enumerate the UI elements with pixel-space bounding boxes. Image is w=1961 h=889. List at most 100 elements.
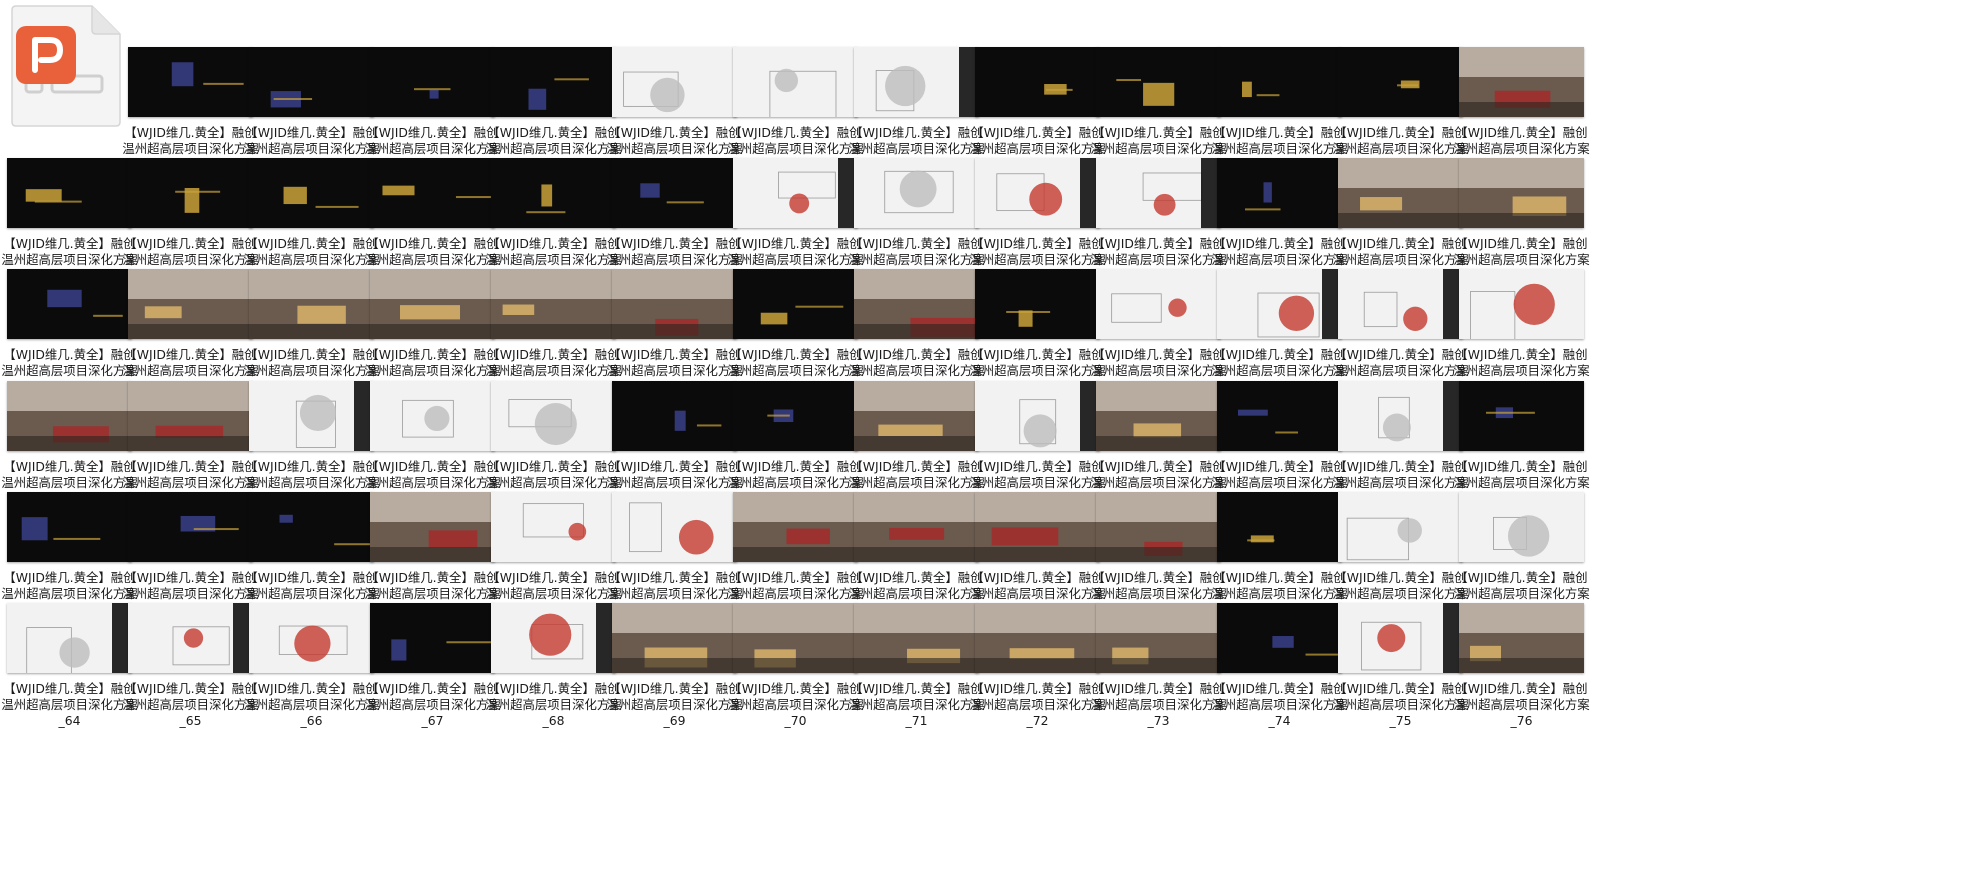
- slide-thumbnail-image: [370, 603, 495, 673]
- slide-thumbnail-image: [612, 381, 737, 451]
- slide-thumbnail-image: [1459, 603, 1584, 673]
- slide-thumbnail-image: [1217, 269, 1342, 339]
- slide-thumbnail: [975, 158, 1100, 228]
- slide-thumbnail: [128, 381, 253, 451]
- slide-thumbnail: [491, 269, 616, 339]
- slide-thumbnail-image: [370, 158, 495, 228]
- slide-thumbnail-image: [491, 492, 616, 562]
- slide-thumbnail-image: [491, 47, 616, 117]
- file-name-line2: 温州超高层项目深化方案: [1453, 475, 1590, 490]
- slide-thumbnail: [1459, 381, 1584, 451]
- slide-thumbnail: [975, 492, 1100, 562]
- slide-thumbnail-image: [370, 492, 495, 562]
- file-name-line2: 温州超高层项目深化方案: [1453, 586, 1590, 601]
- slide-thumbnail-image: [612, 603, 737, 673]
- file-name-label: 【WJID维几.黄全】融创 温州超高层项目深化方案 _76: [1446, 681, 1597, 729]
- slide-thumbnail: [249, 381, 374, 451]
- slide-thumbnail: [1217, 381, 1342, 451]
- slide-thumbnail: [491, 158, 616, 228]
- slide-thumbnail: [7, 158, 132, 228]
- slide-thumbnail: [1338, 603, 1463, 673]
- slide-thumbnail-image: [370, 47, 495, 117]
- slide-thumbnail: [975, 381, 1100, 451]
- slide-thumbnail-image: [1338, 381, 1463, 451]
- slide-thumbnail-image: [1096, 381, 1221, 451]
- slide-thumbnail: [1096, 381, 1221, 451]
- slide-thumbnail-image: [975, 492, 1100, 562]
- slide-thumbnail: [1338, 269, 1463, 339]
- slide-thumbnail: [1217, 492, 1342, 562]
- slide-thumbnail: [1459, 47, 1584, 117]
- slide-thumbnail: [7, 381, 132, 451]
- slide-thumbnail-image: [975, 381, 1100, 451]
- slide-thumbnail-image: [7, 269, 132, 339]
- slide-thumbnail-image: [1338, 269, 1463, 339]
- slide-thumbnail-image: [1459, 269, 1584, 339]
- slide-thumbnail-image: [128, 381, 253, 451]
- slide-thumbnail-image: [733, 603, 858, 673]
- slide-thumbnail: [1096, 603, 1221, 673]
- slide-thumbnail-image: [249, 492, 374, 562]
- slide-thumbnail: [7, 603, 132, 673]
- slide-thumbnail-image: [733, 492, 858, 562]
- slide-thumbnail-image: [370, 381, 495, 451]
- slide-thumbnail: [128, 158, 253, 228]
- slide-thumbnail-image: [1096, 603, 1221, 673]
- slide-thumbnail: [733, 269, 858, 339]
- file-name-line1: 【WJID维几.黄全】融创: [1455, 570, 1588, 585]
- slide-thumbnail: [370, 492, 495, 562]
- slide-thumbnail: [612, 492, 737, 562]
- slide-thumbnail: [1096, 47, 1221, 117]
- slide-thumbnail-image: [128, 47, 253, 117]
- slide-thumbnail-image: [612, 492, 737, 562]
- slide-thumbnail-image: [733, 47, 858, 117]
- slide-thumbnail: [249, 158, 374, 228]
- slide-thumbnail: [1096, 269, 1221, 339]
- slide-thumbnail-image: [1096, 492, 1221, 562]
- slide-thumbnail-image: [249, 47, 374, 117]
- slide-thumbnail: [733, 381, 858, 451]
- slide-thumbnail: [733, 47, 858, 117]
- slide-thumbnail: [733, 603, 858, 673]
- slide-thumbnail-image: [854, 158, 979, 228]
- file-name-suffix: _76: [1510, 713, 1533, 728]
- slide-thumbnail: [1338, 492, 1463, 562]
- slide-thumbnail: [370, 603, 495, 673]
- slide-thumbnail-image: [1338, 492, 1463, 562]
- slide-thumbnail-image: [491, 158, 616, 228]
- slide-thumbnail-image: [128, 269, 253, 339]
- slide-thumbnail: [1459, 603, 1584, 673]
- slide-thumbnail: [491, 47, 616, 117]
- slide-thumbnail: [854, 492, 979, 562]
- slide-thumbnail: [1217, 269, 1342, 339]
- slide-thumbnail: [128, 492, 253, 562]
- slide-thumbnail: [1338, 158, 1463, 228]
- slide-thumbnail-image: [1217, 158, 1342, 228]
- slide-thumbnail-image: [733, 381, 858, 451]
- slide-thumbnail-image: [733, 269, 858, 339]
- slide-thumbnail: [612, 158, 737, 228]
- slide-thumbnail: [249, 603, 374, 673]
- slide-thumbnail: [7, 492, 132, 562]
- slide-thumbnail: [249, 492, 374, 562]
- slide-thumbnail: [733, 492, 858, 562]
- slide-thumbnail: [1459, 492, 1584, 562]
- slide-thumbnail: [975, 47, 1100, 117]
- file-name-line1: 【WJID维几.黄全】融创: [1455, 347, 1588, 362]
- file-name-line2: 温州超高层项目深化方案: [1453, 252, 1590, 267]
- slide-thumbnail-image: [854, 603, 979, 673]
- slide-thumbnail-image: [128, 158, 253, 228]
- slide-thumbnail-image: [1338, 603, 1463, 673]
- slide-thumbnail-image: [1096, 269, 1221, 339]
- slide-thumbnail-image: [1096, 158, 1221, 228]
- slide-thumbnail: [249, 269, 374, 339]
- slide-thumbnail: [733, 158, 858, 228]
- wps-presentation-icon: [8, 4, 124, 128]
- slide-thumbnail: [1338, 47, 1463, 117]
- slide-thumbnail-image: [1459, 47, 1584, 117]
- slide-thumbnail-image: [249, 381, 374, 451]
- slide-thumbnail: [128, 269, 253, 339]
- slide-thumbnail-image: [370, 269, 495, 339]
- slide-thumbnail-image: [854, 47, 979, 117]
- file-name-line2: 温州超高层项目深化方案: [1453, 697, 1590, 712]
